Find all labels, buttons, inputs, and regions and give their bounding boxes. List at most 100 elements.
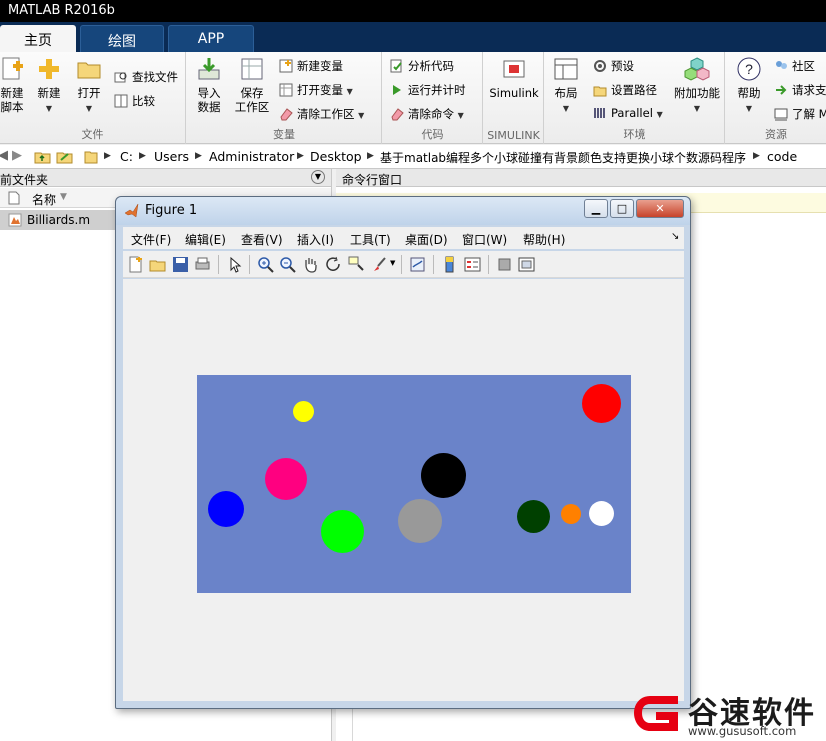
forward-arrow-icon[interactable]: ▶ [12, 148, 22, 163]
maximize-button[interactable]: □ [610, 199, 634, 218]
menu-dock-arrow-icon[interactable]: ↘ [671, 231, 679, 242]
file-row[interactable]: Billiards.m [0, 210, 120, 230]
column-name-header[interactable]: 名称 [32, 191, 56, 208]
legend-icon[interactable] [464, 256, 481, 273]
parallel-icon [594, 108, 605, 118]
hide-plot-tools-icon[interactable] [496, 256, 513, 273]
breadcrumb-desktop[interactable]: Desktop [310, 149, 362, 164]
set-path-button[interactable]: 设置路径 [593, 82, 657, 98]
run-time-icon [393, 85, 401, 95]
zoom-out-icon[interactable] [279, 256, 296, 273]
new-script-icon [2, 57, 23, 80]
request-support-button[interactable]: 请求支 [774, 82, 826, 98]
pointer-icon[interactable] [227, 256, 244, 273]
folder-icon [84, 151, 98, 164]
breadcrumb-administrator[interactable]: Administrator [209, 149, 294, 164]
tab-plots[interactable]: 绘图 [80, 25, 164, 52]
new-variable-button[interactable]: 新建变量 [279, 58, 343, 74]
figure-canvas[interactable] [123, 279, 684, 701]
save-icon[interactable] [172, 256, 189, 273]
sort-arrow-icon[interactable]: ▼ [60, 192, 67, 202]
resources-group: ? 帮助 ▼ 社区 请求支 了解 M 资源 [726, 52, 826, 144]
open-button[interactable]: 打开 ▼ [74, 56, 104, 116]
help-icon: ? [737, 57, 761, 81]
app-title: MATLAB R2016b [8, 3, 115, 18]
brush-dropdown-icon[interactable]: ▼ [390, 259, 395, 267]
import-icon [198, 58, 220, 80]
find-files-button[interactable]: 查找文件 [114, 69, 178, 85]
breadcrumb-users[interactable]: Users [154, 149, 189, 164]
compare-icon [114, 94, 128, 108]
toolbar-separator [488, 255, 489, 274]
add-ons-button[interactable]: 附加功能 ▼ [673, 56, 721, 116]
yellow-ball [293, 401, 314, 422]
svg-text:?: ? [745, 61, 753, 77]
path-separator-icon: ▶ [297, 151, 304, 161]
menu-tools[interactable]: 工具(T) [350, 231, 391, 248]
help-button[interactable]: ? 帮助 ▼ [734, 56, 764, 116]
open-variable-button[interactable]: 打开变量 ▼ [279, 82, 353, 98]
toolstrip-tab-bar: 主页 绘图 APP [0, 22, 826, 52]
environment-group-label: 环境 [623, 128, 646, 141]
preferences-button[interactable]: 预设 [593, 58, 634, 74]
close-button[interactable]: ✕ [636, 199, 684, 218]
current-folder-address-bar: ◀ ▶ ▶ C: ▶ Users ▶ Administrator ▶ Deskt… [0, 145, 826, 169]
code-group: 分析代码 运行并计时 清除命令 ▼ 代码 [383, 52, 483, 144]
blue-ball [208, 491, 244, 527]
open-file-icon[interactable] [149, 256, 166, 273]
clear-workspace-button[interactable]: 清除工作区 ▼ [279, 106, 364, 122]
environment-group: 布局 ▼ 预设 设置路径 Parallel ▼ 附加功能 ▼ 环境 [545, 52, 725, 144]
figure-title-bar[interactable]: Figure 1 ▁ □ ✕ [116, 197, 690, 225]
toolbar-separator [401, 255, 402, 274]
new-button[interactable]: 新建 ▼ [34, 56, 64, 116]
workspace-icon [241, 58, 263, 80]
parallel-button[interactable]: Parallel ▼ [593, 106, 663, 120]
menu-window[interactable]: 窗口(W) [462, 231, 507, 248]
zoom-in-icon[interactable] [257, 256, 274, 273]
menu-edit[interactable]: 编辑(E) [185, 231, 226, 248]
browse-folder-icon[interactable] [56, 149, 73, 164]
minimize-icon: ▁ [591, 202, 601, 215]
show-plot-tools-icon[interactable] [518, 256, 535, 273]
simulink-group: Simulink SIMULINK [484, 52, 544, 144]
back-arrow-icon[interactable]: ◀ [0, 148, 8, 163]
panel-actions-icon[interactable]: ▼ [311, 170, 325, 184]
save-workspace-button[interactable]: 保存 工作区 [232, 56, 272, 114]
minimize-button[interactable]: ▁ [584, 199, 608, 218]
analyze-code-button[interactable]: 分析代码 [390, 58, 454, 74]
menu-help[interactable]: 帮助(H) [523, 231, 565, 248]
community-button[interactable]: 社区 [774, 58, 815, 74]
up-folder-icon[interactable] [34, 149, 51, 164]
new-script-button[interactable]: 新建 脚本 [0, 56, 30, 114]
breadcrumb-c[interactable]: C: [120, 149, 133, 164]
learn-matlab-button[interactable]: 了解 M [774, 106, 826, 122]
tab-apps[interactable]: APP [168, 25, 254, 52]
pan-hand-icon[interactable] [302, 256, 319, 273]
layout-button[interactable]: 布局 ▼ [551, 56, 581, 116]
data-cursor-icon[interactable] [348, 256, 365, 273]
simulink-button[interactable]: Simulink [488, 56, 540, 100]
brush-icon[interactable] [371, 256, 388, 273]
tab-home[interactable]: 主页 [0, 25, 76, 52]
run-and-time-button[interactable]: 运行并计时 [390, 82, 466, 98]
colorbar-icon[interactable] [441, 256, 458, 273]
analyze-icon [390, 59, 402, 73]
menu-desktop[interactable]: 桌面(D) [405, 231, 448, 248]
breadcrumb-project-folder[interactable]: 基于matlab编程多个小球碰撞有背景颜色支持更换小球个数源码程序 [380, 149, 746, 166]
gray-ball [398, 499, 442, 543]
find-files-icon [114, 72, 127, 83]
print-icon[interactable] [194, 256, 211, 273]
figure-window[interactable]: Figure 1 ▁ □ ✕ 文件(F) 编辑(E) 查看(V) 插入(I) 工… [115, 196, 691, 709]
clear-commands-button[interactable]: 清除命令 ▼ [390, 106, 464, 122]
new-variable-icon [279, 59, 293, 73]
menu-file[interactable]: 文件(F) [131, 231, 171, 248]
breadcrumb-code[interactable]: code [767, 149, 797, 164]
rotate-3d-icon[interactable] [325, 256, 342, 273]
import-data-button[interactable]: 导入 数据 [194, 56, 224, 114]
menu-view[interactable]: 查看(V) [241, 231, 283, 248]
menu-insert[interactable]: 插入(I) [297, 231, 334, 248]
compare-button[interactable]: 比较 [114, 93, 155, 109]
new-figure-icon[interactable] [127, 256, 144, 273]
file-type-column-icon [8, 191, 20, 205]
link-plot-icon[interactable] [409, 256, 426, 273]
